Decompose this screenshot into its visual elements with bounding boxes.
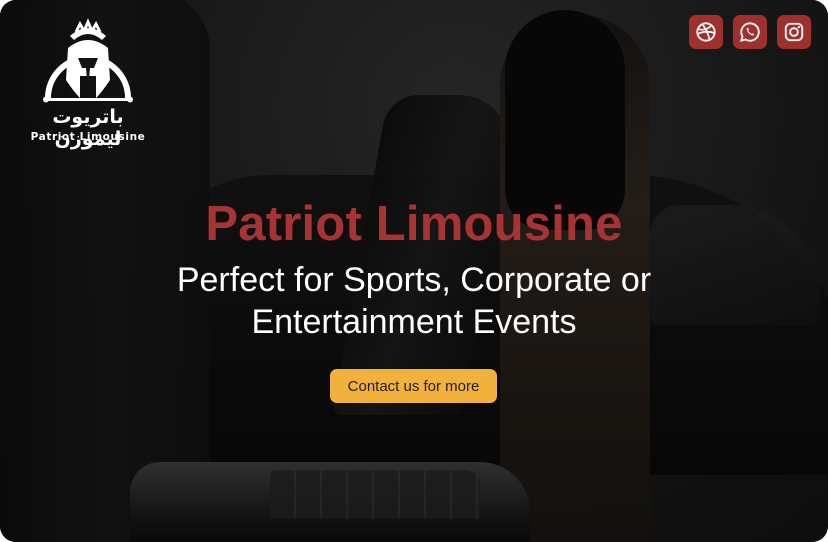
hero-subtitle-line-1: Perfect for Sports, Corporate or: [176, 261, 652, 299]
spartan-helmet-icon: [43, 18, 133, 103]
contact-button[interactable]: Contact us for more: [330, 369, 497, 403]
dribbble-icon: [696, 22, 716, 42]
hero-title: Patriot Limousine: [205, 197, 623, 251]
instagram-button[interactable]: [777, 15, 811, 49]
instagram-icon: [784, 22, 804, 42]
hero-section: باتريوت ليموزن Patriot Limousine Patriot…: [0, 0, 828, 542]
whatsapp-button[interactable]: [733, 15, 767, 49]
brand-logo[interactable]: باتريوت ليموزن Patriot Limousine: [18, 18, 158, 150]
hero-subtitle-line-2: Entertainment Events: [251, 303, 577, 341]
social-links: [689, 15, 811, 49]
hero-text: Patriot Limousine Perfect for Sports, Co…: [0, 195, 828, 343]
logo-arabic-text: باتريوت ليموزن: [52, 106, 124, 150]
dribbble-button[interactable]: [689, 15, 723, 49]
hero-subtitle: Perfect for Sports, Corporate or Enterta…: [0, 259, 828, 343]
logo-english-text: Patriot Limousine: [30, 131, 146, 143]
whatsapp-icon: [740, 22, 760, 42]
